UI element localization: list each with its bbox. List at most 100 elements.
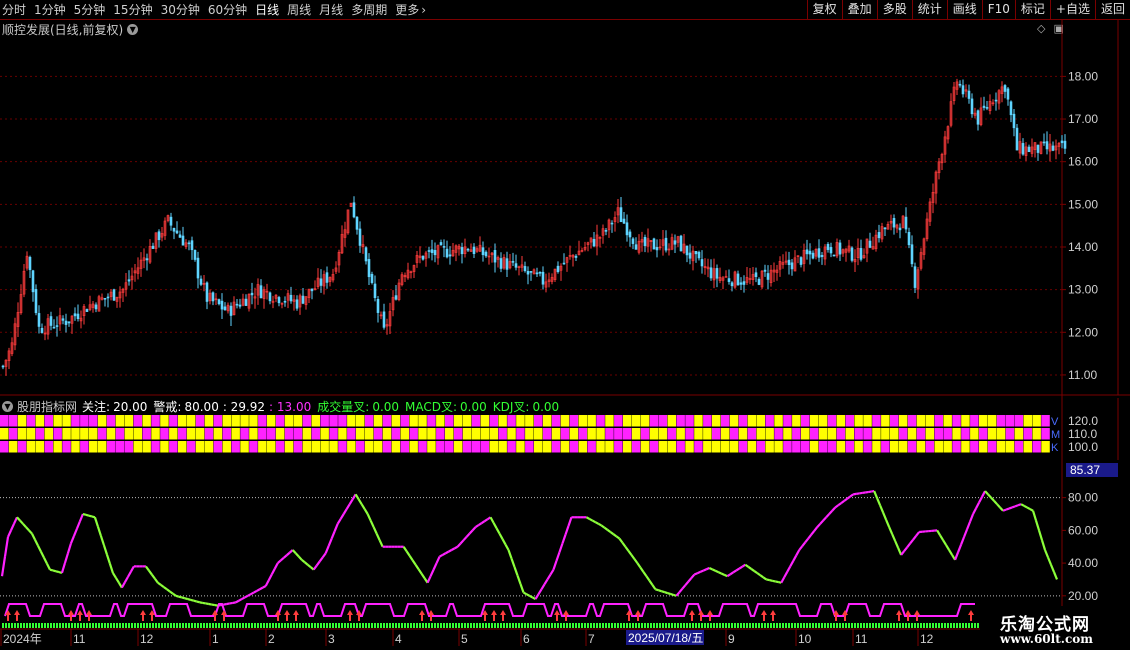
candle-body xyxy=(301,295,305,304)
signal-bar xyxy=(446,623,448,628)
strip-cell xyxy=(427,428,436,440)
signal-arrow xyxy=(689,610,695,615)
oscillator-segment xyxy=(963,528,969,538)
strip-cell xyxy=(453,428,463,440)
date-label: 12 xyxy=(140,632,154,646)
strip-cell xyxy=(471,415,481,427)
signal-bar xyxy=(227,623,229,628)
oscillator-segment xyxy=(126,571,132,578)
signal-arrow xyxy=(77,610,83,615)
oscillator-segment xyxy=(939,534,945,541)
signal-bar xyxy=(353,623,355,628)
candle-body xyxy=(634,244,638,250)
oscillator-segment xyxy=(633,558,639,564)
signal-bar xyxy=(875,623,877,628)
candle-body xyxy=(235,303,239,306)
candle-body xyxy=(310,288,314,292)
strip-cell xyxy=(987,441,997,453)
signal-bar xyxy=(608,623,610,628)
strip-cell xyxy=(489,441,498,453)
signal-arrow-stem xyxy=(295,615,297,621)
oscillator-segment xyxy=(327,538,333,547)
strip-letter: K xyxy=(1051,442,1059,454)
oscillator-segment xyxy=(238,598,243,602)
signal-arrow xyxy=(905,610,911,615)
strip-cell xyxy=(872,441,881,453)
oscillator-segment xyxy=(291,549,297,555)
signal-bar xyxy=(659,623,661,628)
candle-body xyxy=(1009,101,1013,116)
oscillator-segment xyxy=(175,594,180,598)
strip-cell xyxy=(267,441,276,453)
signal-bar xyxy=(788,623,790,628)
oscillator-segment xyxy=(318,556,324,563)
signal-bar xyxy=(116,623,118,628)
strip-cell xyxy=(863,441,872,453)
oscillator-segment xyxy=(546,573,552,581)
strip-cell xyxy=(249,415,258,427)
signal-bar xyxy=(500,623,502,628)
signal-bar xyxy=(713,623,715,628)
oscillator-segment xyxy=(1020,503,1025,507)
oscillator-segment xyxy=(1046,556,1053,566)
oscillator-segment xyxy=(828,509,834,515)
signal-bar xyxy=(83,623,85,628)
oscillator-segment xyxy=(456,542,462,548)
strip-cell xyxy=(53,428,62,440)
oscillator-segment xyxy=(0,556,7,577)
oscillator-segment xyxy=(459,539,465,545)
cursor-date-label[interactable]: 2025/07/18/五 xyxy=(628,631,703,645)
oscillator-segment xyxy=(3,536,10,557)
strip-cell xyxy=(836,428,846,440)
chart-canvas[interactable]: 18.00 17.00 16.00 15.00 14.00 13.00 12.00 11.00… xyxy=(0,0,1130,650)
signal-bar xyxy=(899,623,901,628)
oscillator-segment xyxy=(876,497,882,506)
signal-bar xyxy=(38,623,40,628)
candle-body xyxy=(514,263,518,268)
strip-cell xyxy=(400,428,409,440)
strip-cell xyxy=(623,428,632,440)
signal-bar xyxy=(890,623,892,628)
candle-body xyxy=(40,327,44,333)
strip-cell xyxy=(231,415,240,427)
candle-body xyxy=(61,318,65,321)
strip-cell xyxy=(124,428,134,440)
signal-arrow-stem xyxy=(691,615,693,621)
oscillator-segment xyxy=(471,526,477,532)
strip-cell xyxy=(258,428,267,440)
date-label: 11 xyxy=(73,632,86,646)
signal-bar xyxy=(938,623,940,628)
signal-bar xyxy=(641,623,643,628)
oscillator-segment xyxy=(69,535,75,544)
strip-cell xyxy=(631,428,641,440)
signal-bar xyxy=(671,623,673,628)
strip-cell xyxy=(792,428,801,440)
strip-cell xyxy=(640,428,650,440)
signal-bar xyxy=(329,623,331,628)
strip-cell xyxy=(720,441,730,453)
candle-body xyxy=(421,255,425,260)
strip-cell xyxy=(106,441,116,453)
signal-bar xyxy=(317,623,319,628)
date-label: 7 xyxy=(588,632,595,646)
strip-cell xyxy=(1041,441,1050,453)
signal-bar xyxy=(395,623,397,628)
strip-cell xyxy=(836,441,846,453)
signal-arrow xyxy=(914,610,920,615)
oscillator-segment xyxy=(181,596,186,600)
candle-body xyxy=(787,259,791,266)
candle-body xyxy=(763,269,767,272)
oscillator-segment xyxy=(670,592,674,596)
signal-bar xyxy=(959,623,961,628)
strip-cell xyxy=(89,428,98,440)
signal-bar xyxy=(110,623,112,628)
candle-body xyxy=(805,249,809,255)
strip-cell xyxy=(703,415,712,427)
oscillator-segment xyxy=(969,513,975,523)
strip-cell xyxy=(338,428,347,440)
oscillator-segment xyxy=(193,599,198,603)
strip-cell xyxy=(605,441,614,453)
signal-arrow-stem xyxy=(223,615,225,621)
signal-bar xyxy=(953,623,955,628)
oscillator-segment xyxy=(966,521,972,530)
